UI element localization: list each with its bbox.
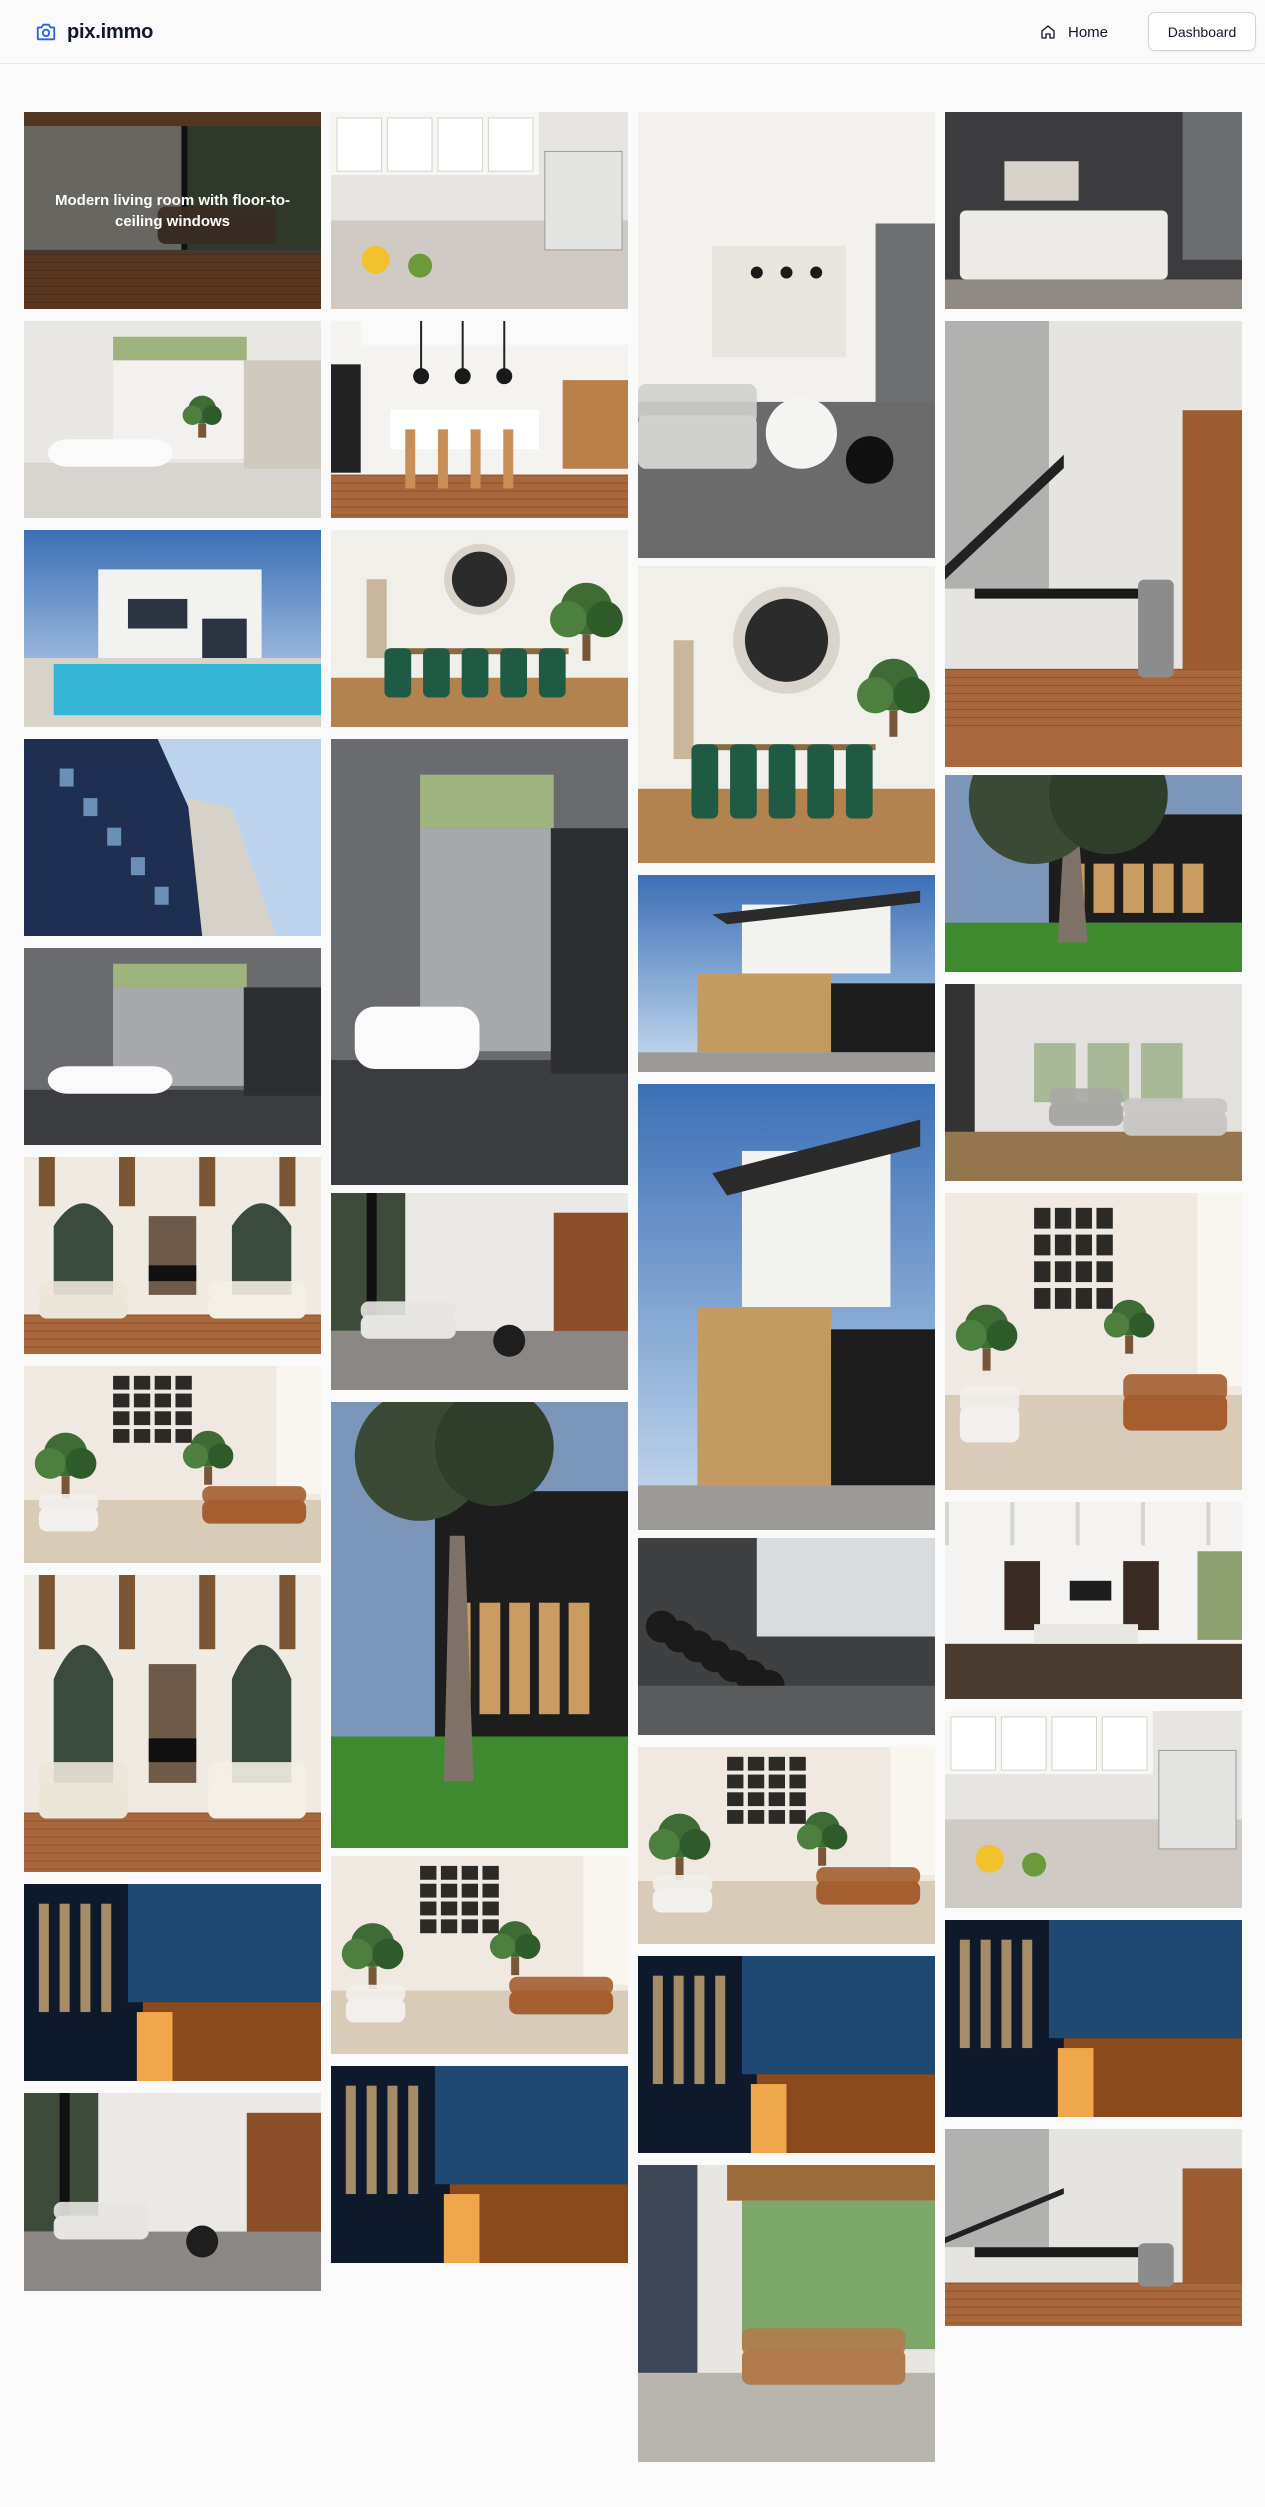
photo-caption: Modern living room with floor-to-ceiling… (55, 191, 290, 230)
photo-image (945, 1502, 1242, 1699)
photo-image (24, 1575, 321, 1872)
photo-image (638, 1538, 935, 1735)
photo-image (638, 875, 935, 1072)
photo-image (638, 1956, 935, 2153)
photo-tile[interactable] (331, 2066, 628, 2263)
photo-image (945, 984, 1242, 1181)
photo-tile[interactable] (945, 112, 1242, 309)
photo-image (24, 948, 321, 1145)
photo-tile[interactable] (945, 2129, 1242, 2326)
photo-tile[interactable] (24, 1884, 321, 2081)
photo-image (24, 1157, 321, 1354)
home-icon (1041, 25, 1055, 39)
photo-tile[interactable] (945, 1711, 1242, 1908)
photo-tile[interactable] (945, 1193, 1242, 1490)
photo-tile[interactable] (638, 566, 935, 863)
home-label: Home (1068, 23, 1109, 41)
photo-image (945, 1193, 1242, 1490)
photo-image (331, 1402, 628, 1848)
photo-tile[interactable] (638, 1084, 935, 1530)
photo-tile[interactable] (331, 1402, 628, 1848)
photo-tile[interactable] (331, 1856, 628, 2054)
photo-image (24, 739, 321, 936)
dashboard-button[interactable]: Dashboard (1148, 12, 1256, 51)
photo-image (945, 321, 1242, 767)
photo-image (331, 530, 628, 727)
photo-tile[interactable] (24, 1157, 321, 1354)
photo-tile[interactable] (24, 739, 321, 936)
photo-image (331, 739, 628, 1185)
top-nav: pix.immo Home Dashboard (0, 0, 1265, 64)
photo-tile[interactable] (24, 321, 321, 518)
photo-image (638, 112, 935, 558)
photo-image (945, 775, 1242, 972)
photo-tile[interactable] (638, 1956, 935, 2153)
photo-tile[interactable] (945, 1502, 1242, 1699)
photo-tile[interactable] (945, 321, 1242, 767)
photo-tile[interactable] (24, 2093, 321, 2291)
photo-image (331, 2066, 628, 2263)
photo-tile[interactable] (24, 1366, 321, 1563)
photo-image (638, 1747, 935, 1944)
photo-image (945, 112, 1242, 309)
photo-hover-overlay: Modern living room with floor-to-ceiling… (24, 112, 321, 309)
photo-image (945, 1711, 1242, 1908)
photo-tile[interactable] (24, 530, 321, 727)
photo-tile[interactable] (945, 775, 1242, 972)
photo-tile[interactable] (638, 112, 935, 558)
photo-tile[interactable] (638, 875, 935, 1072)
photo-tile[interactable] (638, 1538, 935, 1735)
photo-image (638, 1084, 935, 1530)
photo-tile[interactable]: Modern living room with floor-to-ceiling… (24, 112, 321, 309)
photo-tile[interactable] (331, 1193, 628, 1390)
photo-image (331, 112, 628, 309)
photo-image (24, 530, 321, 727)
app-name: pix.immo (67, 20, 154, 43)
photo-tile[interactable] (638, 2165, 935, 2462)
photo-image (331, 321, 628, 518)
photo-image (24, 321, 321, 518)
camera-icon (36, 23, 56, 41)
photo-image (945, 1920, 1242, 2117)
photo-image (638, 566, 935, 863)
home-link[interactable]: Home (1040, 18, 1108, 46)
photo-image (24, 2093, 321, 2291)
photo-image (945, 2129, 1242, 2326)
photo-tile[interactable] (24, 1575, 321, 1872)
photo-tile[interactable] (945, 1920, 1242, 2117)
photo-tile[interactable] (331, 321, 628, 518)
photo-image (638, 2165, 935, 2462)
logo-link[interactable]: pix.immo (35, 18, 153, 46)
photo-tile[interactable] (638, 1747, 935, 1944)
photo-tile[interactable] (331, 530, 628, 727)
photo-tile[interactable] (331, 112, 628, 309)
photo-image (24, 1884, 321, 2081)
photo-image (331, 1193, 628, 1390)
photo-tile[interactable] (24, 948, 321, 1145)
photo-tile[interactable] (331, 739, 628, 1185)
photo-image (331, 1856, 628, 2054)
photo-tile[interactable] (945, 984, 1242, 1181)
photo-image (24, 1366, 321, 1563)
